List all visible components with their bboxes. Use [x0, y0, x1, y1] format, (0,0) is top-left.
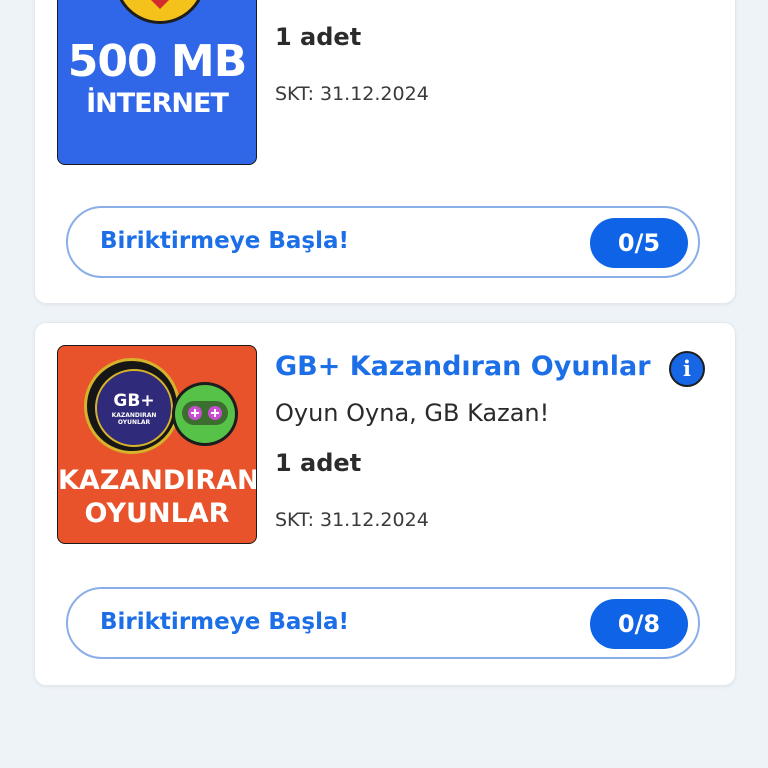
promo-games-line1: KAZANDIRAN: [58, 465, 257, 496]
gb-plus-logo-subtext: KAZANDIRAN OYUNLAR: [111, 412, 157, 426]
offer-expiry: SKT: 31.12.2024: [275, 83, 429, 105]
offer-subtitle: Oyun Oyna, GB Kazan!: [275, 399, 550, 427]
offer-card-internet: 500 MB İNTERNET 1 adet SKT: 31.12.2024 B…: [34, 0, 736, 304]
wifi-heart-icon: [114, 0, 206, 24]
progress-badge: 0/8: [590, 599, 688, 649]
start-collecting-label: Biriktirmeye Başla!: [100, 609, 349, 635]
offer-count: 1 adet: [275, 449, 362, 477]
offer-expiry: SKT: 31.12.2024: [275, 509, 429, 531]
progress-badge: 0/5: [590, 218, 688, 268]
gb-plus-logo: GB+ KAZANDIRAN OYUNLAR: [84, 358, 180, 454]
offer-count: 1 adet: [275, 23, 362, 51]
start-collecting-button[interactable]: Biriktirmeye Başla! 0/5: [66, 206, 700, 278]
promo-amount: 500 MB: [67, 36, 248, 87]
start-collecting-label: Biriktirmeye Başla!: [100, 228, 349, 254]
offer-title: GB+ Kazandıran Oyunlar: [275, 351, 651, 382]
offer-image-games: GB+ KAZANDIRAN OYUNLAR KAZANDIRAN OYUNLA…: [57, 345, 257, 544]
promo-games-label: KAZANDIRAN OYUNLAR: [58, 464, 256, 530]
promo-games-line2: OYUNLAR: [84, 498, 230, 529]
start-collecting-button[interactable]: Biriktirmeye Başla! 0/8: [66, 587, 700, 659]
gb-plus-logo-text: GB+: [113, 391, 155, 411]
offer-image-internet: 500 MB İNTERNET: [57, 0, 257, 165]
promo-type: İNTERNET: [86, 88, 229, 119]
info-icon[interactable]: i: [669, 351, 705, 387]
offer-card-games: GB+ KAZANDIRAN OYUNLAR KAZANDIRAN OYUNLA…: [34, 322, 736, 686]
gamepad-icon: [172, 382, 238, 446]
